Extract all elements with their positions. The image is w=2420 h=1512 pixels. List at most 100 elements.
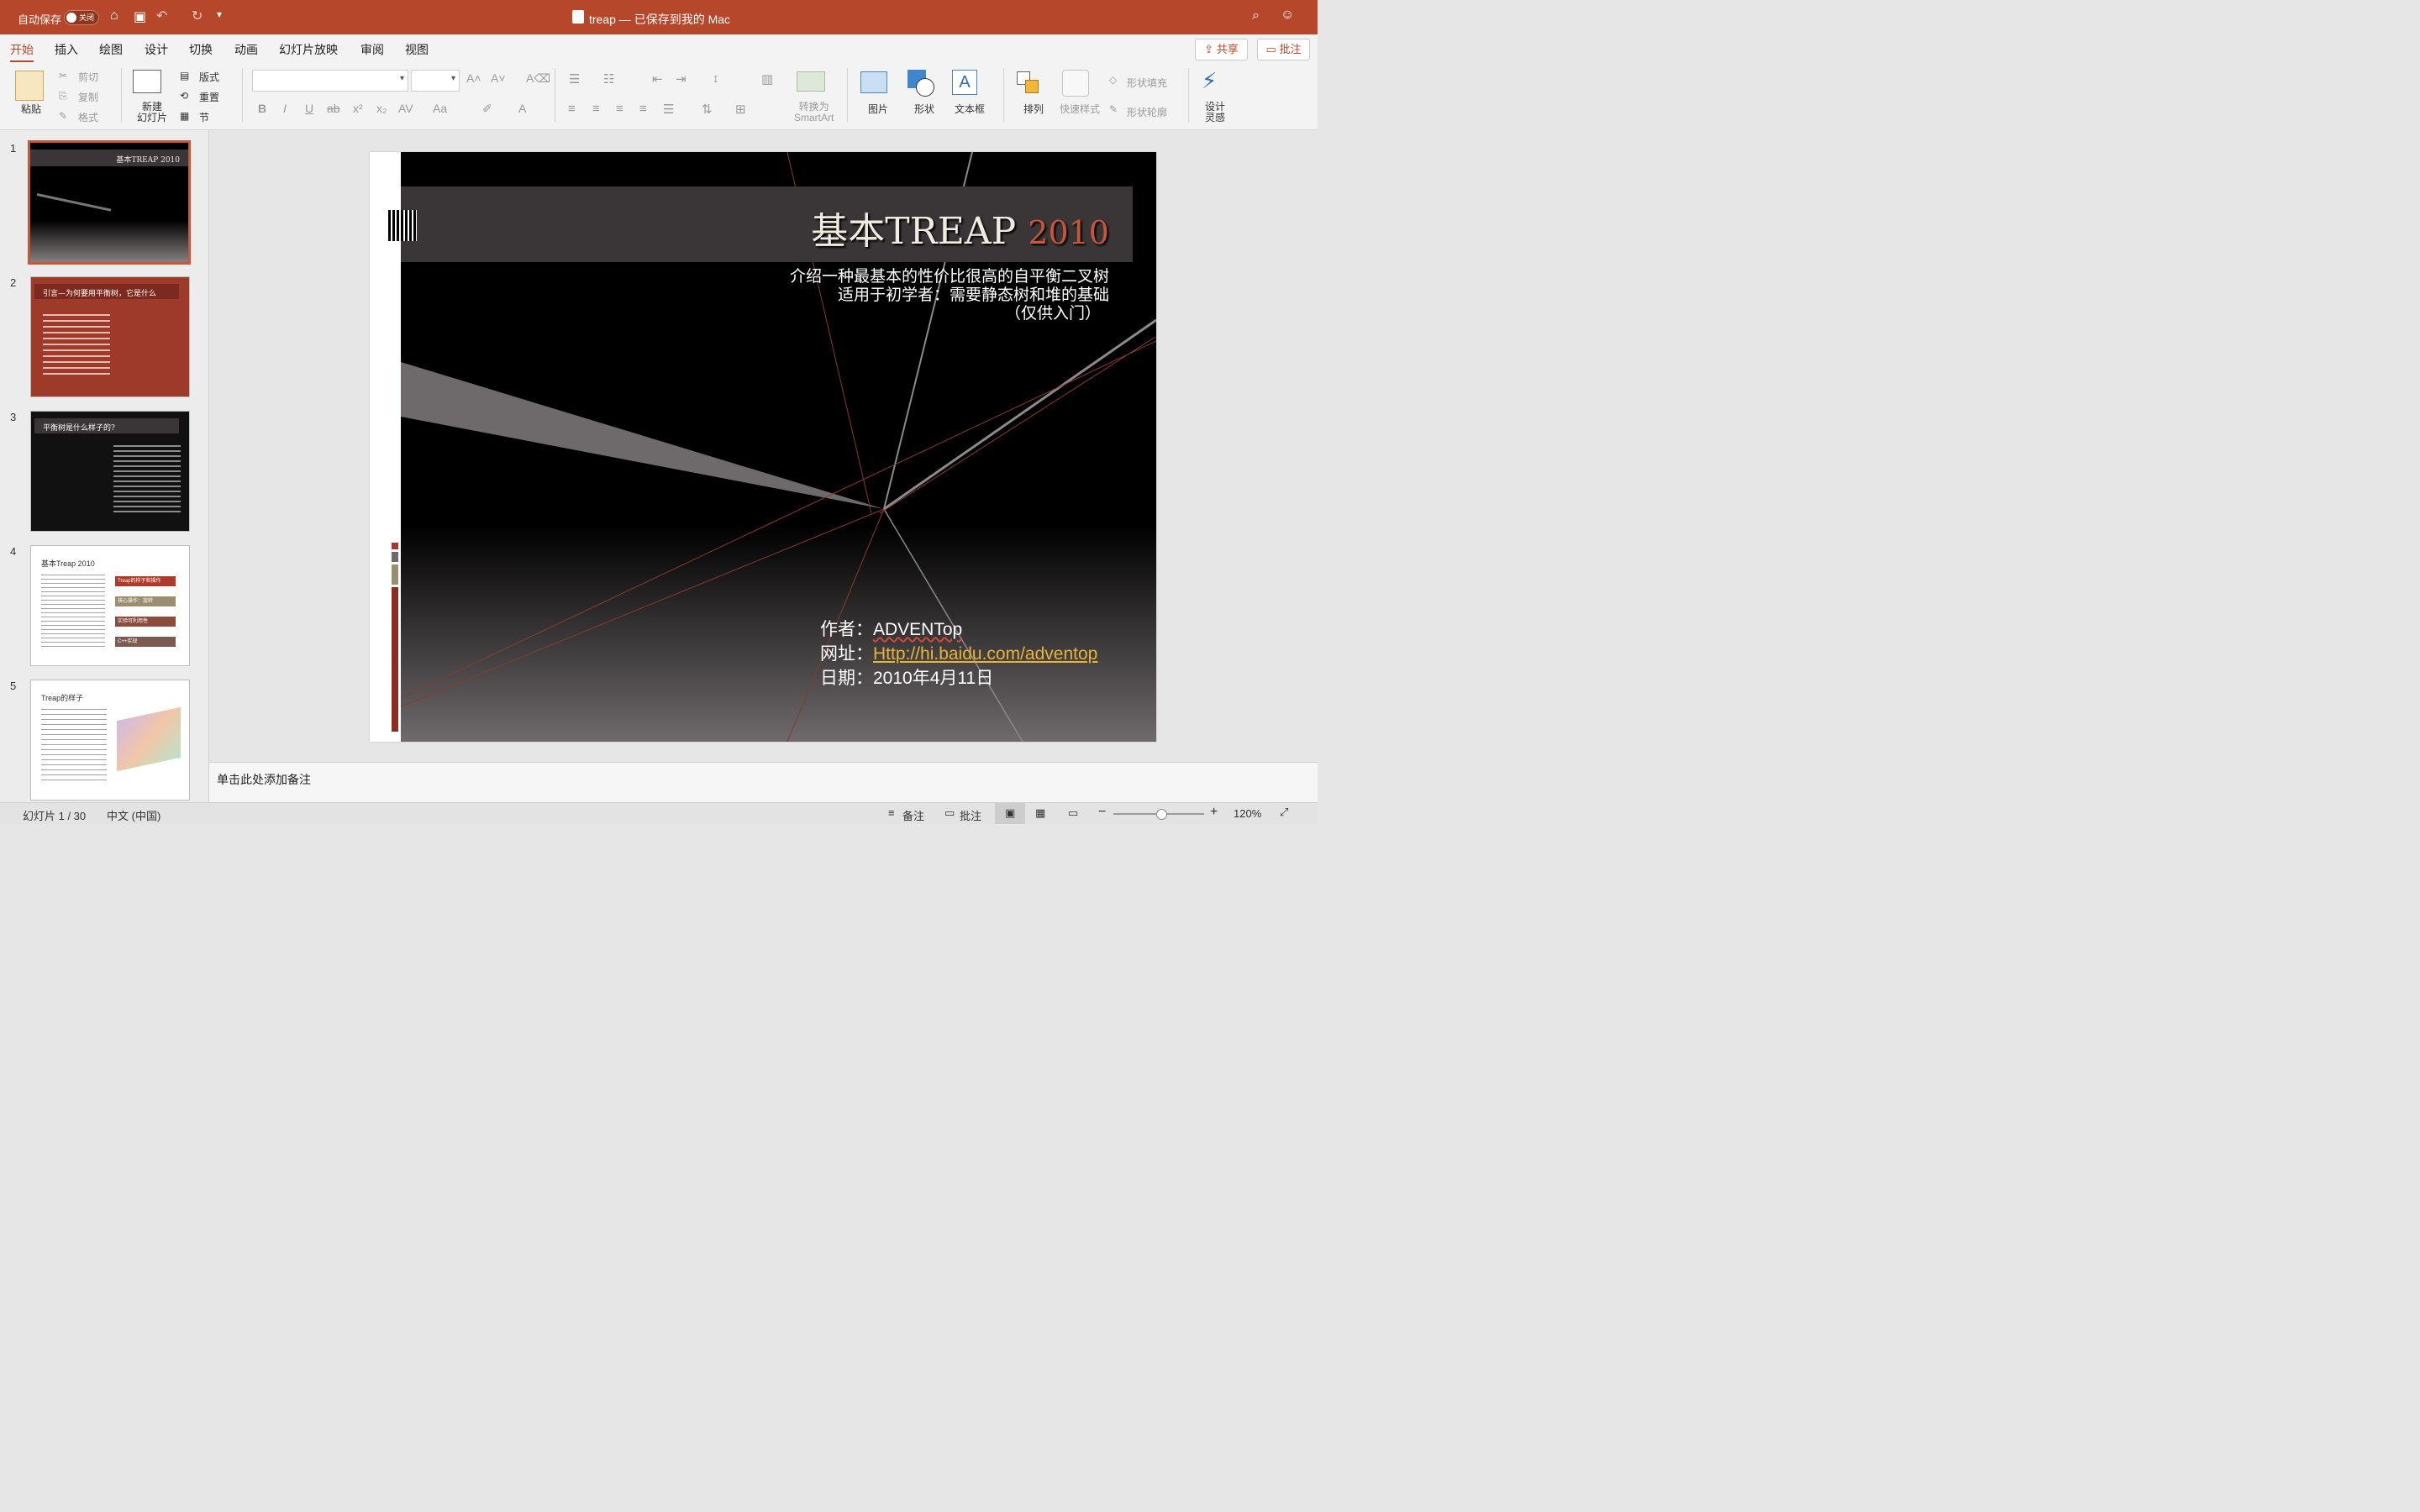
comments-button[interactable]: ▭ 批注 bbox=[1257, 39, 1310, 60]
font-size-dropdown[interactable]: ▾ bbox=[411, 70, 460, 92]
font-name-dropdown[interactable]: ▾ bbox=[252, 70, 408, 92]
slide-author-block[interactable]: 作者：ADVENTop 网址：Http://hi.baidu.com/adven… bbox=[820, 617, 1097, 690]
quick-styles-button[interactable]: 快速样式 bbox=[1060, 102, 1100, 116]
tab-transitions[interactable]: 切换 bbox=[189, 41, 213, 58]
clear-format-icon[interactable]: A⌫ bbox=[526, 71, 550, 86]
textbox-icon[interactable]: A bbox=[952, 70, 977, 95]
char-spacing-icon[interactable]: AV bbox=[398, 102, 413, 115]
reading-view-icon[interactable]: ▭ bbox=[1068, 806, 1078, 820]
paste-icon[interactable] bbox=[15, 71, 44, 101]
tab-home[interactable]: 开始 bbox=[10, 41, 34, 62]
highlight-icon[interactable]: ✐ bbox=[482, 102, 492, 116]
numbering-icon[interactable]: ☷ bbox=[603, 71, 614, 87]
slide-sorter-icon[interactable]: ▦ bbox=[1035, 806, 1045, 820]
increase-indent-icon[interactable]: ⇥ bbox=[676, 71, 687, 87]
shape-outline-button[interactable]: 形状轮廓 bbox=[1127, 105, 1167, 119]
decrease-indent-icon[interactable]: ⇤ bbox=[652, 71, 663, 87]
customize-toolbar-icon[interactable]: ▾ bbox=[217, 8, 222, 20]
notes-toggle-icon[interactable]: ≡ bbox=[888, 806, 895, 819]
increase-font-icon[interactable]: A˄ bbox=[466, 71, 481, 85]
strikethrough-icon[interactable]: ab bbox=[327, 102, 340, 115]
justify-icon[interactable]: ≡ bbox=[639, 102, 647, 116]
undo-icon[interactable]: ↶ bbox=[156, 8, 167, 24]
slide-subtitle[interactable]: 介绍一种最基本的性价比很高的自平衡二叉树 适用于初学者：需要静态树和堆的基础 （… bbox=[790, 267, 1109, 323]
shape-outline-icon[interactable]: ✎ bbox=[1109, 103, 1118, 115]
normal-view-button[interactable]: ▣ bbox=[995, 803, 1025, 824]
smartart-icon[interactable] bbox=[797, 71, 825, 92]
tab-animations[interactable]: 动画 bbox=[234, 41, 258, 58]
section-icon[interactable]: ▦ bbox=[180, 110, 189, 122]
share-button[interactable]: ⇪ 共享 bbox=[1195, 39, 1248, 60]
zoom-in-icon[interactable]: + bbox=[1210, 805, 1218, 820]
language-indicator[interactable]: 中文 (中国) bbox=[107, 807, 160, 823]
notes-placeholder[interactable]: 单击此处添加备注 bbox=[217, 771, 311, 788]
decrease-font-icon[interactable]: A˅ bbox=[491, 71, 506, 85]
align-right-icon[interactable]: ≡ bbox=[616, 102, 623, 116]
tab-slideshow[interactable]: 幻灯片放映 bbox=[279, 41, 338, 58]
format-painter-button[interactable]: 格式 bbox=[78, 110, 98, 124]
paste-button[interactable]: 粘贴 bbox=[21, 102, 41, 116]
comments-toggle-button[interactable]: 批注 bbox=[960, 807, 981, 823]
reset-icon[interactable]: ⟲ bbox=[180, 90, 188, 102]
comments-toggle-icon[interactable]: ▭ bbox=[944, 806, 955, 820]
layout-button[interactable]: 版式 bbox=[199, 70, 219, 84]
thumbnail-slide-3[interactable]: 平衡树是什么样子的? bbox=[30, 411, 190, 532]
align-center-icon[interactable]: ≡ bbox=[592, 102, 600, 116]
thumbnail-slide-5[interactable]: Treap的样子 bbox=[30, 680, 190, 801]
italic-icon[interactable]: I bbox=[283, 102, 287, 115]
picture-icon[interactable] bbox=[860, 71, 887, 93]
copy-button[interactable]: 复制 bbox=[78, 90, 98, 104]
zoom-out-icon[interactable]: − bbox=[1098, 805, 1106, 820]
reset-button[interactable]: 重置 bbox=[199, 90, 219, 104]
autosave-toggle[interactable]: 关闭 bbox=[64, 10, 99, 25]
notes-toggle-button[interactable]: 备注 bbox=[902, 807, 924, 823]
tab-draw[interactable]: 绘图 bbox=[99, 41, 123, 58]
font-color-icon[interactable]: A bbox=[518, 102, 526, 115]
fit-to-window-icon[interactable]: ⤢ bbox=[1280, 806, 1288, 819]
bold-icon[interactable]: B bbox=[258, 102, 266, 115]
textbox-button[interactable]: 文本框 bbox=[955, 102, 985, 116]
tab-review[interactable]: 审阅 bbox=[360, 41, 384, 58]
home-icon[interactable]: ⌂ bbox=[110, 8, 118, 24]
zoom-slider-handle[interactable] bbox=[1156, 809, 1167, 820]
feedback-smiley-icon[interactable]: ☺ bbox=[1281, 8, 1294, 23]
slide-title[interactable]: 基本TREAP 2010 bbox=[811, 201, 1109, 255]
layout-icon[interactable]: ▤ bbox=[180, 70, 189, 81]
thumbnail-slide-1[interactable]: 基本TREAP 2010 bbox=[28, 140, 191, 265]
zoom-level[interactable]: 120% bbox=[1234, 807, 1261, 820]
bullets-icon[interactable]: ☰ bbox=[569, 71, 580, 87]
align-text-icon[interactable]: ⊞ bbox=[735, 102, 746, 117]
new-slide-icon[interactable] bbox=[133, 70, 161, 93]
design-ideas-button[interactable]: 设计 灵感 bbox=[1205, 102, 1225, 123]
notes-pane[interactable]: 单击此处添加备注 bbox=[209, 762, 1318, 803]
document-title[interactable]: treap — 已保存到我的 Mac bbox=[589, 11, 730, 28]
arrange-icon[interactable] bbox=[1017, 71, 1039, 93]
thumbnail-slide-4[interactable]: 基本Treap 2010 Treap的样子和操作 核心操作：旋转 实验可利用性 … bbox=[30, 545, 190, 666]
convert-smartart-button[interactable]: 转换为 SmartArt bbox=[794, 102, 834, 123]
columns-icon[interactable]: ▥ bbox=[761, 71, 773, 87]
new-slide-button[interactable]: 新建 幻灯片 bbox=[137, 102, 167, 123]
arrange-button[interactable]: 排列 bbox=[1023, 102, 1044, 116]
section-button[interactable]: 节 bbox=[199, 110, 209, 124]
tab-design[interactable]: 设计 bbox=[145, 41, 168, 58]
superscript-icon[interactable]: x² bbox=[353, 102, 363, 115]
subscript-icon[interactable]: x₂ bbox=[376, 102, 387, 115]
save-icon[interactable]: ▣ bbox=[134, 8, 146, 25]
line-spacing-icon[interactable]: ↕ bbox=[713, 71, 719, 86]
thumbnail-slide-2[interactable]: 引言—为何要用平衡树，它是什么 bbox=[30, 276, 190, 397]
align-left-icon[interactable]: ≡ bbox=[568, 102, 576, 116]
shape-fill-icon[interactable]: ◇ bbox=[1109, 74, 1117, 86]
tab-insert[interactable]: 插入 bbox=[55, 41, 78, 58]
tab-view[interactable]: 视图 bbox=[405, 41, 429, 58]
shapes-button[interactable]: 形状 bbox=[914, 102, 934, 116]
redo-icon[interactable]: ↻ bbox=[192, 8, 203, 24]
distributed-icon[interactable]: ☰ bbox=[663, 102, 674, 117]
format-painter-icon[interactable]: ✎ bbox=[59, 110, 67, 122]
underline-icon[interactable]: U bbox=[305, 102, 313, 115]
design-ideas-icon[interactable]: ⚡ bbox=[1202, 68, 1217, 94]
author-url-link[interactable]: Http://hi.baidu.com/adventop bbox=[873, 644, 1097, 664]
search-icon[interactable]: ⌕ bbox=[1252, 8, 1260, 24]
quick-styles-icon[interactable] bbox=[1062, 70, 1089, 97]
cut-icon[interactable]: ✂ bbox=[59, 70, 67, 81]
shape-fill-button[interactable]: 形状填充 bbox=[1127, 76, 1167, 90]
